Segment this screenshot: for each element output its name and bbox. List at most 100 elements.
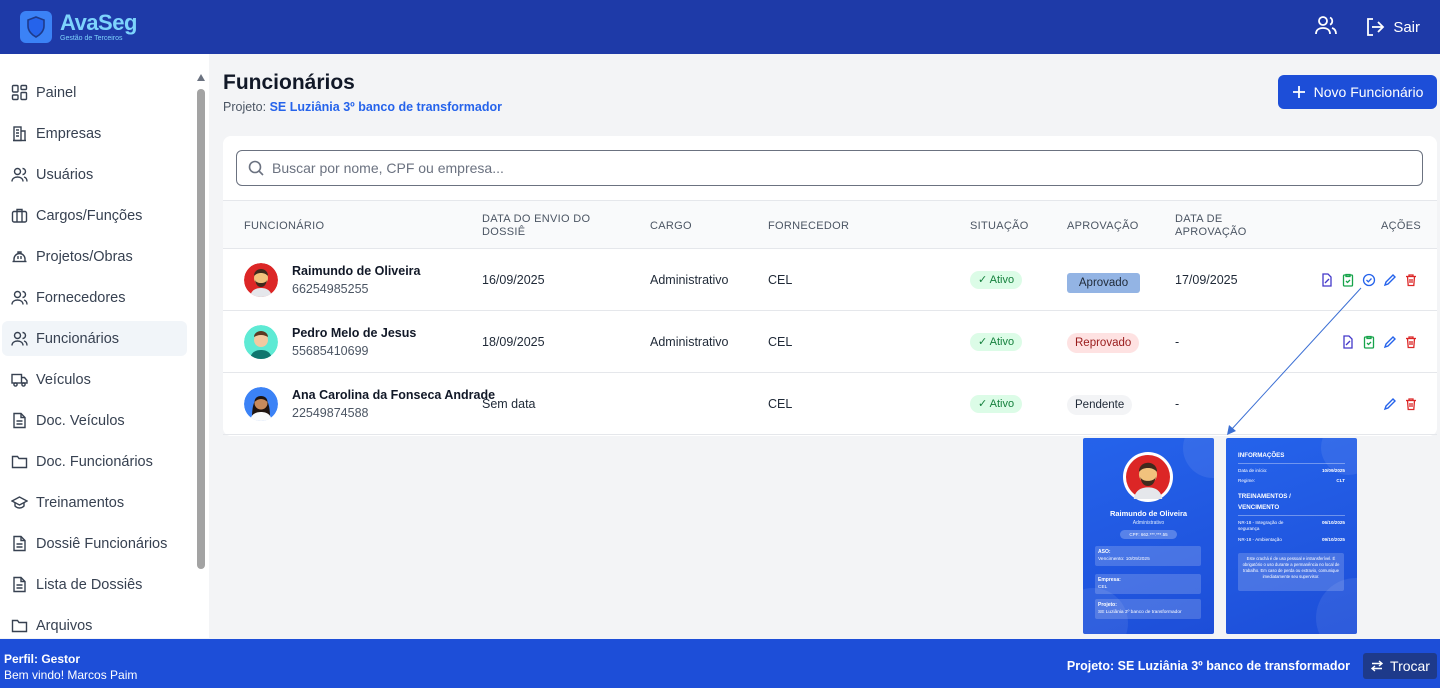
sidebar-item-usuarios[interactable]: Usuários [2, 157, 187, 192]
sidebar-item-label: Empresas [36, 125, 102, 142]
table-row[interactable]: Raimundo de Oliveira 66254985255 16/09/2… [223, 249, 1437, 311]
edit-pencil-icon[interactable] [1383, 397, 1397, 411]
dashboard-icon [11, 84, 28, 101]
scroll-thumb[interactable] [197, 89, 205, 569]
status-badge: ✓ Ativo [970, 271, 1023, 289]
footer: Perfil: Gestor Bem vindo! Marcos Paim Pr… [0, 639, 1440, 688]
file-icon [11, 412, 28, 429]
search-box[interactable] [236, 150, 1423, 186]
page-subtitle: Projeto: SE Luziânia 3º banco de transfo… [223, 100, 502, 114]
sidebar-item-fornecedores[interactable]: Fornecedores [2, 280, 187, 315]
logout-button[interactable]: Sair [1365, 17, 1420, 37]
header-status[interactable]: SITUAÇÃO [970, 220, 1029, 233]
badge-trainings-title-2: VENCIMENTO [1238, 504, 1280, 511]
header-role[interactable]: CARGO [650, 220, 692, 233]
edit-pencil-icon[interactable] [1383, 335, 1397, 349]
approval-date: - [1175, 397, 1180, 411]
header-employee[interactable]: FUNCIONÁRIO [244, 220, 324, 233]
footer-welcome: Bem vindo! Marcos Paim [4, 668, 138, 682]
badge-preview-back: INFORMAÇÕES Data de início: 10/09/2025 Re… [1226, 438, 1357, 634]
badge-aso-box: ASO: Vencimento: 10/09/2025 [1095, 546, 1201, 566]
folder-icon [11, 617, 28, 634]
edit-pencil-icon[interactable] [1383, 273, 1397, 287]
badge-project-title: Projeto: [1098, 602, 1117, 608]
sidebar-item-cargos-funcoes[interactable]: Cargos/Funções [2, 198, 187, 233]
employee-cpf: 22549874588 [292, 406, 369, 420]
subtitle-project: SE Luziânia 3º banco de transformador [269, 100, 502, 114]
approve-circle-icon[interactable] [1362, 273, 1376, 287]
sidebar-item-dossie-funcionarios[interactable]: Dossiê Funcionários [2, 526, 187, 561]
sidebar-item-arquivos[interactable]: Arquivos [2, 608, 187, 638]
avatar [244, 263, 278, 297]
badge-file-icon[interactable] [1341, 335, 1355, 349]
header-sent-line1: DATA DO ENVIO DO [482, 213, 591, 225]
badge-cpf: CPF: 662.***.***.55 [1120, 530, 1177, 539]
table-row[interactable]: Pedro Melo de Jesus 55685410699 18/09/20… [223, 311, 1437, 373]
file-icon [11, 576, 28, 593]
sidebar-item-doc-funcionarios[interactable]: Doc. Funcionários [2, 444, 187, 479]
sidebar-item-empresas[interactable]: Empresas [2, 116, 187, 151]
brand[interactable]: AvaSeg Gestão de Terceiros [20, 11, 137, 43]
sidebar-item-lista-de-dossies[interactable]: Lista de Dossiês [2, 567, 187, 602]
clipboard-check-icon[interactable] [1341, 273, 1355, 287]
badge-aso-title: ASO: [1098, 549, 1111, 555]
employees-card: FUNCIONÁRIO DATA DO ENVIO DO DOSSIÊ CARG… [223, 136, 1437, 436]
table-header: FUNCIONÁRIO DATA DO ENVIO DO DOSSIÊ CARG… [223, 200, 1437, 249]
status-badge: ✓ Ativo [970, 395, 1023, 413]
sidebar-item-veiculos[interactable]: Veículos [2, 362, 187, 397]
badge-nr18b-row: NR-18 - Ambientação 09/10/2025 [1238, 537, 1345, 543]
header-actions: AÇÕES [1381, 220, 1422, 232]
badge-name: Raimundo de Oliveira [1109, 509, 1188, 518]
sidebar-item-painel[interactable]: Painel [2, 75, 187, 110]
sidebar-item-label: Funcionários [36, 330, 120, 347]
sidebar-item-label: Treinamentos [36, 494, 125, 511]
search-input[interactable] [272, 160, 1422, 176]
employee-cpf: 66254985255 [292, 282, 369, 296]
logout-icon [1367, 18, 1385, 36]
badge-start-label: Data de início: [1238, 468, 1268, 473]
header-approval[interactable]: APROVAÇÃO [1067, 220, 1139, 233]
sidebar-item-projetos-obras[interactable]: Projetos/Obras [2, 239, 187, 274]
folder-icon [11, 453, 28, 470]
supplier: CEL [768, 273, 793, 287]
role: Administrativo [650, 273, 729, 287]
new-employee-label: Novo Funcionário [1313, 84, 1424, 100]
sidebar-item-label: Painel [36, 84, 77, 101]
role: Administrativo [650, 335, 729, 349]
table-row[interactable]: Ana Carolina da Fonseca Andrade 22549874… [223, 373, 1437, 435]
delete-trash-icon[interactable] [1404, 397, 1418, 411]
header-sent-date[interactable]: DATA DO ENVIO DO DOSSIÊ [482, 213, 590, 239]
header-supplier[interactable]: FORNECEDOR [768, 220, 849, 233]
clipboard-check-icon[interactable] [1362, 335, 1376, 349]
users-icon[interactable] [1315, 15, 1338, 40]
sidebar-item-label: Projetos/Obras [36, 248, 133, 265]
header-approval-date[interactable]: DATA DE APROVAÇÃO [1175, 213, 1247, 239]
sidebar-scrollbar[interactable] [197, 74, 205, 634]
row-actions [1383, 397, 1418, 411]
badge-nr18b-label: NR-18 - Ambientação [1238, 537, 1282, 542]
footer-profile: Perfil: Gestor [4, 652, 81, 666]
sidebar-item-label: Cargos/Funções [36, 207, 143, 224]
top-bar: AvaSeg Gestão de Terceiros Sair [0, 0, 1440, 54]
sidebar: Painel Empresas Usuários Cargos/Funções Proj… [0, 54, 209, 638]
sidebar-item-label: Veículos [36, 371, 91, 388]
scroll-up-icon[interactable] [197, 74, 205, 81]
badge-preview-front: Raimundo de Oliveira Administrativo CPF:… [1083, 438, 1214, 634]
badge-photo [1123, 452, 1173, 502]
approval-badge: Pendente [1067, 395, 1133, 415]
sidebar-item-treinamentos[interactable]: Treinamentos [2, 485, 187, 520]
sidebar-item-label: Lista de Dossiês [36, 576, 143, 593]
badge-regime-value: CLT [1336, 478, 1345, 483]
badge-company-title: Empresa: [1098, 577, 1121, 583]
badge-info-title: INFORMAÇÕES [1238, 452, 1285, 459]
file-icon [11, 535, 28, 552]
delete-trash-icon[interactable] [1404, 335, 1418, 349]
switch-project-button[interactable]: Trocar [1363, 653, 1437, 679]
sidebar-item-doc-veiculos[interactable]: Doc. Veículos [2, 403, 187, 438]
sidebar-item-funcionarios[interactable]: Funcionários [2, 321, 187, 356]
badge-nr18-label-2: segurança [1238, 526, 1260, 531]
badge-file-icon[interactable] [1320, 273, 1334, 287]
badge-note: Este crachá é de uso pessoal e intransfe… [1238, 553, 1344, 591]
new-employee-button[interactable]: Novo Funcionário [1278, 75, 1437, 109]
delete-trash-icon[interactable] [1404, 273, 1418, 287]
